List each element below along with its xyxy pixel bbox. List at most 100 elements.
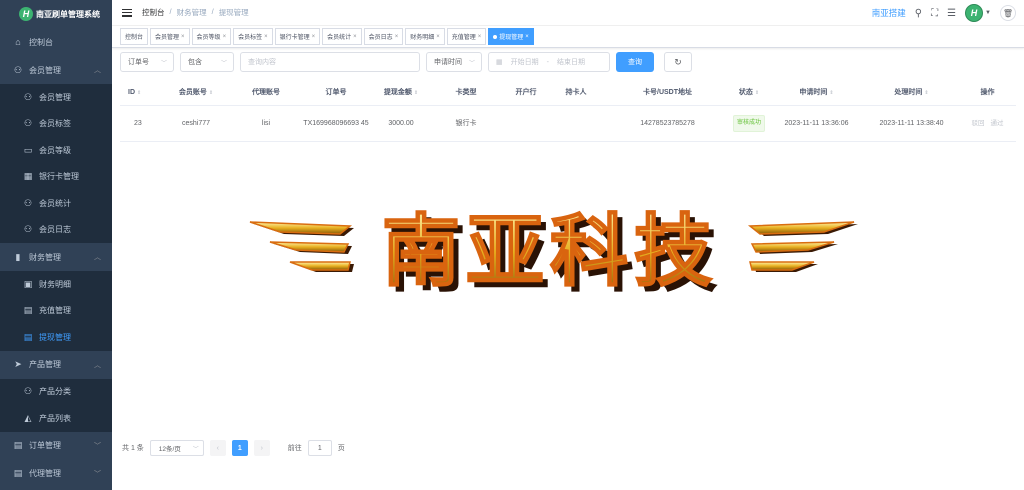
sidebar-item-label: 提现管理 bbox=[39, 332, 71, 342]
tag-label: 会员管理 bbox=[155, 35, 180, 41]
cell-account: ceshi777 bbox=[181, 120, 211, 127]
prev-page-button[interactable]: ‹ bbox=[209, 440, 226, 456]
tag-label: 银行卡管理 bbox=[279, 35, 310, 41]
sidebar-item-member-tags[interactable]: ⚇ 会员标签 bbox=[0, 111, 112, 138]
tag-finance-ledger[interactable]: 财务明细 × bbox=[405, 28, 445, 45]
query-placeholder: 查询内容 bbox=[248, 59, 276, 66]
header-card-type: 卡类型 bbox=[426, 86, 506, 99]
reject-link[interactable]: 驳回 bbox=[972, 120, 985, 127]
table-row: 23 ceshi777 lisi TX169968096693 45 3000.… bbox=[120, 106, 1016, 142]
sidebar-item-member-logs[interactable]: ⚇ 会员日志 bbox=[0, 217, 112, 244]
sort-icon[interactable]: ⇕ bbox=[829, 90, 833, 96]
query-input[interactable]: 查询内容 bbox=[240, 52, 420, 72]
tag-bank-cards[interactable]: 银行卡管理 × bbox=[274, 28, 321, 45]
caret-down-icon[interactable]: ▼ bbox=[985, 10, 991, 16]
withdraw-table: ID ⇕ 会员账号 ⇕ 代理账号 订单号 提现金额 ⇕ 卡类型 开户行 持卡人 卡号/… bbox=[120, 80, 1016, 142]
sidebar-item-finance-ledger[interactable]: ▣ 财务明细 bbox=[0, 271, 112, 298]
breadcrumb-item[interactable]: 控制台 bbox=[142, 7, 165, 18]
page-number-current[interactable]: 1 bbox=[231, 440, 248, 456]
sidebar-group-agent[interactable]: ▤ 代理管理 ﹀ bbox=[0, 459, 112, 488]
tag-deposit[interactable]: 充值管理 × bbox=[446, 28, 487, 45]
sort-icon[interactable]: ⇕ bbox=[755, 90, 759, 96]
search-form: 订单号 ﹀ 包含 ﹀ 查询内容 申请时间 ﹀ ▦ 开始日期 - 结束日期 查询 ↻ bbox=[120, 52, 1020, 72]
sort-icon[interactable]: ⇕ bbox=[414, 90, 418, 96]
sidebar-group-member[interactable]: ⚇ 会员管理 ︿ bbox=[0, 56, 112, 84]
tag-member-manage[interactable]: 会员管理 × bbox=[150, 28, 190, 45]
match-select[interactable]: 包含 ﹀ bbox=[180, 52, 234, 72]
cell-order-no: TX169968096693 45 bbox=[303, 120, 369, 127]
header-id[interactable]: ID ⇕ bbox=[120, 86, 156, 100]
header-card-no: 卡号/USDT地址 bbox=[606, 86, 729, 99]
sidebar-group-order[interactable]: ▤ 订单管理 ﹀ bbox=[0, 431, 112, 460]
tag-withdraw[interactable]: 提现管理 × bbox=[488, 28, 534, 45]
sidebar-item-member-manage[interactable]: ⚇ 会员管理 bbox=[0, 84, 112, 111]
hamburger-icon[interactable] bbox=[122, 8, 132, 17]
table-header: ID ⇕ 会员账号 ⇕ 代理账号 订单号 提现金额 ⇕ 卡类型 开户行 持卡人 卡号/… bbox=[120, 80, 1016, 106]
header-label: 申请时间 bbox=[799, 88, 828, 96]
sort-icon[interactable]: ⇕ bbox=[209, 90, 213, 96]
refresh-button[interactable]: ↻ bbox=[664, 52, 692, 72]
close-icon[interactable]: × bbox=[478, 34, 482, 40]
next-page-button[interactable]: › bbox=[253, 440, 270, 456]
close-icon[interactable]: × bbox=[525, 34, 529, 40]
chevron-down-icon: ﹀ bbox=[192, 446, 199, 453]
trash-icon[interactable]: 🗑 bbox=[1000, 5, 1016, 21]
close-icon[interactable]: × bbox=[312, 34, 316, 40]
search-icon[interactable]: ⚲ bbox=[915, 8, 922, 19]
sidebar-group-finance[interactable]: ▮ 财务管理 ︿ bbox=[0, 243, 112, 271]
watermark-text: 南亚科技 bbox=[382, 207, 718, 297]
sidebar-item-dashboard[interactable]: ⌂ 控制台 bbox=[0, 28, 112, 56]
date-range-picker[interactable]: ▦ 开始日期 - 结束日期 bbox=[488, 52, 610, 72]
sidebar: H 南亚刷单管理系统 ⌂ 控制台 ⚇ 会员管理 ︿ ⚇ 会员管理 ⚇ 会员标签 ▭ 会… bbox=[0, 0, 112, 490]
sidebar-item-label: 充值管理 bbox=[39, 306, 71, 316]
header-label: 订单号 bbox=[325, 89, 347, 96]
approve-link[interactable]: 通过 bbox=[990, 120, 1003, 127]
tag-member-stats[interactable]: 会员统计 × bbox=[322, 28, 362, 45]
site-link[interactable]: 南亚搭建 bbox=[872, 7, 906, 19]
sort-icon[interactable]: ⇕ bbox=[924, 90, 928, 96]
sidebar-group-label: 会员管理 bbox=[29, 65, 61, 75]
sidebar-item-member-levels[interactable]: ▭ 会员等级 bbox=[0, 137, 112, 164]
close-icon[interactable]: × bbox=[223, 34, 227, 40]
tag-label: 会员等级 bbox=[196, 35, 221, 41]
close-icon[interactable]: × bbox=[395, 34, 399, 40]
breadcrumb: 控制台 / 财务管理 / 提现管理 bbox=[142, 7, 249, 18]
user-icon: ⚇ bbox=[23, 386, 33, 397]
sidebar-item-product-category[interactable]: ⚇ 产品分类 bbox=[0, 379, 112, 406]
navbar: 控制台 / 财务管理 / 提现管理 南亚搭建 ⚲ ⛶ ☰ H ▼ 🗑 bbox=[112, 0, 1024, 26]
sidebar-item-withdraw[interactable]: ▤ 提现管理 bbox=[0, 324, 112, 351]
sidebar-item-product-list[interactable]: ◭ 产品列表 bbox=[0, 405, 112, 432]
right-wing-icon bbox=[747, 221, 858, 272]
sort-icon[interactable]: ⇕ bbox=[137, 90, 141, 96]
close-icon[interactable]: × bbox=[264, 34, 268, 40]
field-select[interactable]: 订单号 ﹀ bbox=[120, 52, 174, 72]
finance-submenu: ▣ 财务明细 ▤ 充值管理 ▤ 提现管理 bbox=[0, 271, 112, 351]
time-select[interactable]: 申请时间 ﹀ bbox=[426, 52, 482, 72]
tag-member-levels[interactable]: 会员等级 × bbox=[191, 28, 232, 45]
sidebar-item-bank-cards[interactable]: ▦ 银行卡管理 bbox=[0, 164, 112, 191]
goto-label: 前往 bbox=[287, 445, 302, 452]
header-label: 卡号/USDT地址 bbox=[643, 89, 692, 96]
tag-member-tags[interactable]: 会员标签 × bbox=[233, 28, 273, 45]
settings-sliders-icon[interactable]: ☰ bbox=[947, 8, 956, 19]
user-icon: ⚇ bbox=[23, 197, 33, 208]
tag-label: 会员统计 bbox=[327, 35, 352, 41]
goto-page-input[interactable]: 1 bbox=[307, 440, 332, 456]
sidebar-item-member-stats[interactable]: ⚇ 会员统计 bbox=[0, 190, 112, 217]
page-size-value: 12条/页 bbox=[158, 446, 181, 453]
query-button[interactable]: 查询 bbox=[616, 52, 654, 72]
refresh-icon: ↻ bbox=[674, 56, 682, 67]
header-status: 状态 ⇕ bbox=[729, 86, 769, 100]
close-icon[interactable]: × bbox=[353, 34, 357, 40]
sidebar-group-product[interactable]: ➤ 产品管理 ︿ bbox=[0, 350, 112, 379]
sidebar-item-label: 会员标签 bbox=[39, 119, 71, 129]
tag-label: 充值管理 bbox=[451, 35, 476, 41]
fullscreen-icon[interactable]: ⛶ bbox=[931, 8, 938, 19]
close-icon[interactable]: × bbox=[181, 34, 185, 40]
sidebar-item-deposit[interactable]: ▤ 充值管理 bbox=[0, 298, 112, 325]
page-size-select[interactable]: 12条/页 ﹀ bbox=[149, 440, 204, 456]
tag-dashboard[interactable]: 控制台 bbox=[120, 28, 149, 45]
avatar[interactable]: H bbox=[965, 4, 984, 22]
close-icon[interactable]: × bbox=[436, 34, 440, 40]
tag-member-logs[interactable]: 会员日志 × bbox=[363, 28, 404, 45]
